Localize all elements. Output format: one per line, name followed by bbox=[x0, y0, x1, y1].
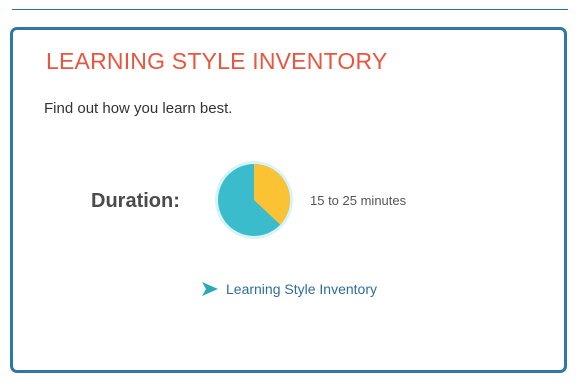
card-description: Find out how you learn best. bbox=[44, 100, 233, 117]
top-divider bbox=[12, 9, 568, 10]
pie-chart-icon bbox=[215, 161, 293, 239]
card-title: LEARNING STYLE INVENTORY bbox=[46, 48, 388, 74]
duration-value: 15 to 25 minutes bbox=[310, 193, 407, 208]
link-label: Learning Style Inventory bbox=[226, 281, 377, 297]
learning-style-inventory-link[interactable]: Learning Style Inventory bbox=[201, 281, 377, 297]
arrow-right-icon bbox=[202, 282, 218, 296]
duration-label: Duration: bbox=[91, 190, 180, 212]
learning-style-card: LEARNING STYLE INVENTORY Find out how yo… bbox=[10, 27, 567, 373]
